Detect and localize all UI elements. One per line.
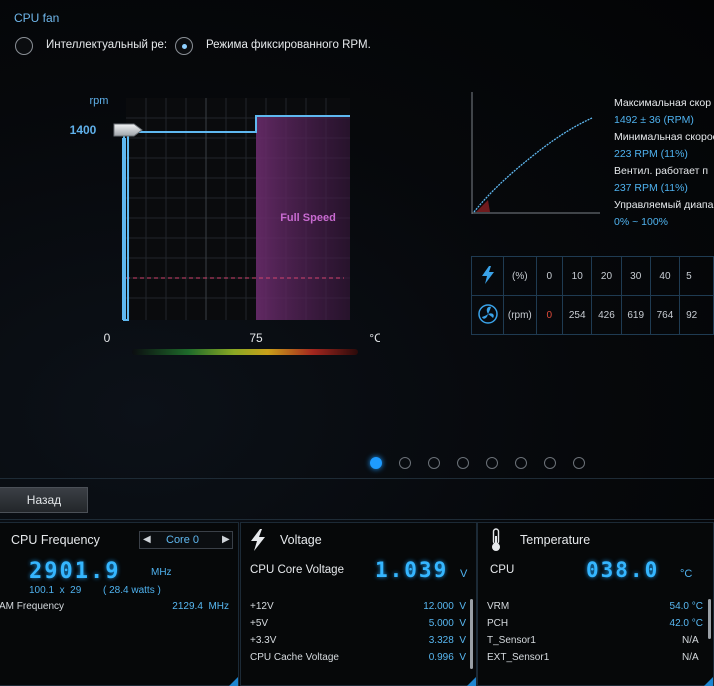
temp-row-value: N/A [682, 652, 699, 663]
fan-icon [471, 295, 505, 335]
page-title: CPU fan [14, 11, 60, 25]
temp-row-value: 42.0 °C [669, 618, 703, 629]
percent-cell: 10 [562, 256, 593, 296]
lightning-icon [249, 529, 267, 556]
cpu-ratio: 100.1 x 29 [29, 585, 82, 596]
voltage-row-label: +3.3V [250, 635, 277, 646]
temp-row-label: VRM [487, 601, 510, 612]
temp-row-label: EXT_Sensor1 [487, 652, 550, 663]
panel-corner [229, 677, 238, 686]
panel-corner [704, 677, 713, 686]
speed-table-rpm-row: (rpm) 0 254 426 619 764 92 [471, 295, 714, 335]
temp-row-value: N/A [682, 635, 699, 646]
page-dot-7[interactable] [544, 457, 556, 469]
temperature-scrollbar[interactable] [708, 599, 711, 639]
voltage-scrollbar[interactable] [470, 599, 473, 669]
temp-axis-zero: 0 [104, 331, 111, 345]
core-next-icon[interactable]: ▶ [222, 534, 230, 545]
speed-mini-chart [471, 92, 600, 214]
cpu-frequency-unit: MHz [151, 567, 172, 578]
speed-table: (%) 0 10 20 30 40 5 (rpm) 0 254 426 619 … [471, 256, 714, 335]
max-speed-label: Максимальная скор [614, 97, 712, 109]
rpm-value: 1400 [70, 123, 97, 137]
rpm-cell-zero: 0 [535, 295, 564, 335]
page-dot-4[interactable] [457, 457, 469, 469]
control-range-label: Управляемый диапа [614, 199, 714, 211]
panel-corner [467, 677, 476, 686]
percent-cell: 30 [620, 256, 651, 296]
rpm-cell: 619 [620, 295, 651, 335]
cpu-power: ( 28.4 watts ) [103, 585, 161, 596]
percent-cell: 5 [679, 256, 714, 296]
speed-table-percent-row: (%) 0 10 20 30 40 5 [471, 256, 714, 296]
temperature-title: Temperature [520, 533, 591, 547]
page-dot-8[interactable] [573, 457, 585, 469]
core-prev-icon[interactable]: ◀ [143, 534, 151, 545]
page-dot-2[interactable] [399, 457, 411, 469]
temperature-panel: Temperature CPU 038.0 °C VRM 54.0 °C PCH… [477, 522, 714, 686]
rpm-axis-label: rpm [90, 95, 109, 107]
mode-label-smart: Интеллектуальный ре: [46, 39, 168, 51]
dram-frequency-label: AM Frequency [0, 601, 65, 612]
page-dot-3[interactable] [428, 457, 440, 469]
percent-cell: 20 [591, 256, 622, 296]
dram-frequency-value: 2129.4 MHz [172, 601, 229, 612]
min-speed-label: Минимальная скорос [614, 131, 714, 143]
rpm-cell: 426 [591, 295, 622, 335]
page-dot-1[interactable] [370, 457, 382, 469]
cpu-temp-value: 038.0 [586, 558, 660, 582]
temp-row-label: PCH [487, 618, 509, 629]
mode-radio-fixed-rpm[interactable] [175, 37, 193, 55]
voltage-row-value: 3.328 V [428, 635, 466, 646]
back-button[interactable]: Назад [0, 487, 88, 513]
core-selector[interactable]: ◀ Core 0 ▶ [139, 531, 233, 549]
mode-label-fixed-rpm: Режима фиксированного RPM. [206, 39, 371, 51]
rpm-unit: (rpm) [503, 295, 537, 335]
temp-axis-75: 75 [249, 331, 263, 345]
temp-axis-unit: °C [369, 331, 380, 345]
full-speed-label: Full Speed [280, 212, 336, 224]
cpu-temp-label: CPU [490, 564, 515, 576]
cpu-temp-unit: °C [680, 568, 693, 580]
core-voltage-unit: V [460, 568, 468, 580]
voltage-row-value: 0.996 V [428, 652, 466, 663]
control-range-value: 0% ~ 100% [614, 216, 668, 228]
page-dot-5[interactable] [486, 457, 498, 469]
temp-row-value: 54.0 °C [669, 601, 703, 612]
voltage-row-label: CPU Cache Voltage [250, 652, 339, 663]
mode-radio-smart[interactable] [15, 37, 33, 55]
temperature-gradient-bar [132, 349, 358, 355]
divider [0, 478, 714, 479]
percent-cell: 40 [649, 256, 681, 296]
voltage-row-value: 5.000 V [428, 618, 466, 629]
voltage-title: Voltage [280, 533, 322, 547]
percent-cell: 0 [535, 256, 564, 296]
fan-stop-label: Вентил. работает п [614, 165, 709, 177]
core-voltage-label: CPU Core Voltage [250, 564, 344, 576]
cpu-frequency-panel: CPU Frequency ◀ Core 0 ▶ 2901.9 MHz 100.… [0, 522, 239, 686]
voltage-row-value: 12.000 V [423, 601, 466, 612]
voltage-panel: Voltage CPU Core Voltage 1.039 V +12V 12… [240, 522, 477, 686]
temp-row-label: T_Sensor1 [487, 635, 536, 646]
fan-curve-chart[interactable]: Full Speed rpm 1400 0 75 °C [60, 88, 380, 368]
divider [0, 519, 714, 520]
core-selector-value: Core 0 [166, 534, 200, 546]
percent-unit: (%) [503, 256, 537, 296]
cpu-frequency-value: 2901.9 [29, 559, 121, 584]
voltage-row-label: +12V [250, 601, 274, 612]
thermometer-icon [490, 528, 502, 557]
core-voltage-value: 1.039 [375, 558, 449, 582]
fan-stop-value: 237 RPM (11%) [614, 182, 688, 194]
page-dot-6[interactable] [515, 457, 527, 469]
rpm-cell: 254 [562, 295, 593, 335]
mini-chart-curve [473, 117, 593, 213]
max-speed-value: 1492 ± 36 (RPM) [614, 114, 694, 126]
rpm-cell: 764 [649, 295, 681, 335]
lightning-icon [471, 256, 505, 296]
speed-table-wrap: (%) 0 10 20 30 40 5 (rpm) 0 254 426 619 … [471, 256, 714, 335]
cpu-frequency-title: CPU Frequency [11, 533, 100, 547]
voltage-row-label: +5V [250, 618, 269, 629]
min-speed-value: 223 RPM (11%) [614, 148, 688, 160]
rpm-cell: 92 [679, 295, 714, 335]
